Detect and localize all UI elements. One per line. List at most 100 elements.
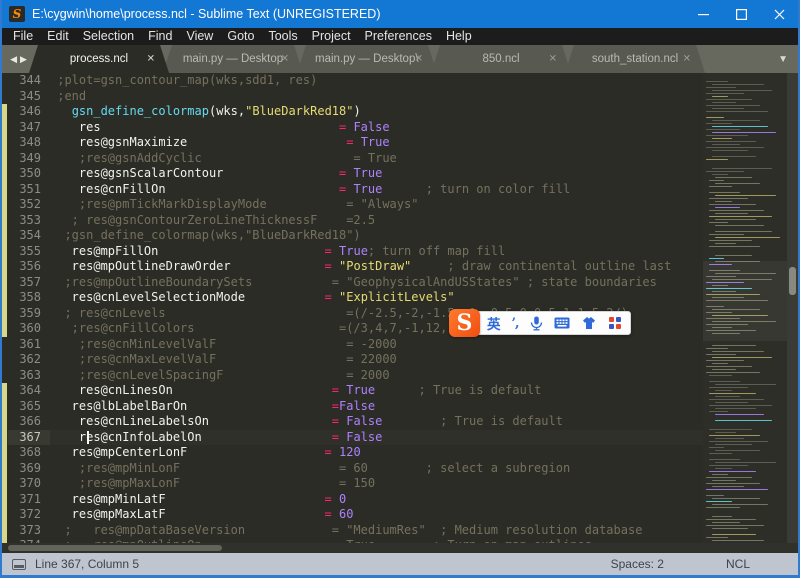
menu-item-project[interactable]: Project [305, 28, 358, 45]
line-number[interactable]: 355 [8, 244, 50, 260]
line-number[interactable]: 357 [8, 275, 50, 291]
tab-close-icon[interactable]: ✕ [683, 54, 691, 65]
line-number[interactable]: 364 [8, 383, 50, 399]
tab-close-icon[interactable]: ✕ [415, 54, 423, 65]
line-number[interactable]: 358 [8, 290, 50, 306]
line-number[interactable]: 353 [8, 213, 50, 229]
line-number[interactable]: 373 [8, 523, 50, 539]
ime-punctuation-button[interactable]: ’, [512, 316, 519, 331]
line-number[interactable]: 362 [8, 352, 50, 368]
code-line[interactable]: 349 ;res@gsnAddCyclic = True [2, 151, 703, 167]
menu-item-file[interactable]: File [6, 28, 40, 45]
code-line[interactable]: 346 gsn_define_colormap(wks,"BlueDarkRed… [2, 104, 703, 120]
line-number[interactable]: 369 [8, 461, 50, 477]
line-number[interactable]: 360 [8, 321, 50, 337]
tab-850-ncl[interactable]: 850.ncl✕ [431, 45, 571, 73]
code-line[interactable]: 358 res@cnLevelSelectionMode = "Explicit… [2, 290, 703, 306]
line-number[interactable]: 348 [8, 135, 50, 151]
code-line[interactable]: 350 res@gsnScalarContour = True [2, 166, 703, 182]
line-number[interactable]: 363 [8, 368, 50, 384]
code-line[interactable]: 372 res@mpMaxLatF = 60 [2, 507, 703, 523]
code-line[interactable]: 362 ;res@cnMaxLevelValF = 22000 [2, 352, 703, 368]
code-line[interactable]: 353 ; res@gsnContourZeroLineThicknessF =… [2, 213, 703, 229]
ime-toolbox-button[interactable] [608, 316, 622, 330]
code-line[interactable]: 369 ;res@mpMinLonF = 60 ; select a subre… [2, 461, 703, 477]
line-number[interactable]: 370 [8, 476, 50, 492]
tab-main-py-desktop-wzy[interactable]: main.py — Desktop\wzy✕ [297, 45, 437, 73]
minimap-viewport[interactable] [703, 261, 787, 341]
code-line[interactable]: 365 res@lbLabelBarOn =False [2, 399, 703, 415]
line-number[interactable]: 344 [8, 73, 50, 89]
code-line[interactable]: 355 res@mpFillOn = True; turn off map fi… [2, 244, 703, 260]
line-number[interactable]: 372 [8, 507, 50, 523]
tab-overflow-icon[interactable]: ▼ [778, 45, 788, 73]
menu-item-edit[interactable]: Edit [40, 28, 76, 45]
menu-item-goto[interactable]: Goto [220, 28, 261, 45]
layout-toggle-icon[interactable] [12, 559, 26, 570]
maximize-button[interactable] [722, 0, 760, 28]
horizontal-scrollbar[interactable] [2, 543, 798, 553]
line-number[interactable]: 352 [8, 197, 50, 213]
line-number[interactable]: 356 [8, 259, 50, 275]
tab-scroll-left-icon[interactable]: ◀ [10, 54, 17, 65]
code-line[interactable]: 370 ;res@mpMaxLonF = 150 [2, 476, 703, 492]
tab-close-icon[interactable]: ✕ [549, 54, 557, 65]
minimize-button[interactable] [684, 0, 722, 28]
code-line[interactable]: 363 ;res@cnLevelSpacingF = 2000 [2, 368, 703, 384]
tab-close-icon[interactable]: ✕ [281, 54, 289, 65]
code-line[interactable]: 351 res@cnFillOn = True ; turn on color … [2, 182, 703, 198]
code-editor[interactable]: 344 ;plot=gsn_contour_map(wks,sdd1, res)… [2, 73, 703, 543]
menu-item-view[interactable]: View [179, 28, 220, 45]
code-line[interactable]: 361 ;res@cnMinLevelValF = -2000 [2, 337, 703, 353]
tab-close-icon[interactable]: ✕ [147, 54, 155, 65]
code-line[interactable]: 356 res@mpOutlineDrawOrder = "PostDraw" … [2, 259, 703, 275]
tab-south-station-ncl[interactable]: south_station.ncl✕ [565, 45, 705, 73]
tab-process-ncl[interactable]: process.ncl✕ [29, 45, 169, 73]
code-line[interactable]: 347 res = False [2, 120, 703, 136]
title-bar[interactable]: S E:\cygwin\home\process.ncl - Sublime T… [2, 0, 798, 28]
line-number[interactable]: 367 [8, 430, 50, 446]
indent-setting-button[interactable]: Spaces: 2 [611, 557, 664, 571]
syntax-selector-button[interactable]: NCL [726, 557, 750, 571]
ime-skin-button[interactable] [581, 316, 597, 330]
code-line[interactable]: 345 ;end [2, 89, 703, 105]
code-line[interactable]: 371 res@mpMinLatF = 0 [2, 492, 703, 508]
line-number[interactable]: 365 [8, 399, 50, 415]
menu-item-tools[interactable]: Tools [261, 28, 304, 45]
code-line[interactable]: 352 ;res@pmTickMarkDisplayMode = "Always… [2, 197, 703, 213]
line-number[interactable]: 371 [8, 492, 50, 508]
ime-microphone-button[interactable] [530, 316, 543, 331]
tab-scroll-buttons[interactable]: ◀▶ [2, 45, 35, 73]
sogou-logo-icon[interactable]: S [449, 309, 480, 337]
line-number[interactable]: 345 [8, 89, 50, 105]
minimap[interactable] [703, 73, 787, 543]
ime-language-button[interactable]: 英 [487, 313, 501, 333]
line-number[interactable]: 354 [8, 228, 50, 244]
vertical-scrollbar[interactable] [787, 73, 798, 543]
code-line[interactable]: 344 ;plot=gsn_contour_map(wks,sdd1, res) [2, 73, 703, 89]
code-line[interactable]: 354 ;gsn_define_colormap(wks,"BlueDarkRe… [2, 228, 703, 244]
line-number[interactable]: 368 [8, 445, 50, 461]
line-number[interactable]: 359 [8, 306, 50, 322]
line-number[interactable]: 350 [8, 166, 50, 182]
vertical-scrollbar-thumb[interactable] [789, 267, 796, 295]
line-number[interactable]: 349 [8, 151, 50, 167]
code-line[interactable]: 367 res@cnInfoLabelOn = False [2, 430, 703, 446]
code-line[interactable]: 364 res@cnLinesOn = True ; True is defau… [2, 383, 703, 399]
line-number[interactable]: 347 [8, 120, 50, 136]
code-line[interactable]: 368 res@mpCenterLonF = 120 [2, 445, 703, 461]
line-number[interactable]: 346 [8, 104, 50, 120]
code-line[interactable]: 366 res@cnLineLabelsOn = False ; True is… [2, 414, 703, 430]
code-line[interactable]: 357 ;res@mpOutlineBoundarySets = "Geophy… [2, 275, 703, 291]
code-line[interactable]: 348 res@gsnMaximize = True [2, 135, 703, 151]
line-number[interactable]: 351 [8, 182, 50, 198]
ime-keyboard-button[interactable] [554, 317, 570, 329]
menu-item-help[interactable]: Help [439, 28, 479, 45]
tab-scroll-right-icon[interactable]: ▶ [20, 54, 27, 65]
line-number[interactable]: 366 [8, 414, 50, 430]
menu-item-find[interactable]: Find [141, 28, 179, 45]
code-line[interactable]: 373 ; res@mpDataBaseVersion = "MediumRes… [2, 523, 703, 539]
line-number[interactable]: 361 [8, 337, 50, 353]
horizontal-scrollbar-thumb[interactable] [8, 545, 222, 551]
tab-main-py-desktop[interactable]: main.py — Desktop✕ [163, 45, 303, 73]
